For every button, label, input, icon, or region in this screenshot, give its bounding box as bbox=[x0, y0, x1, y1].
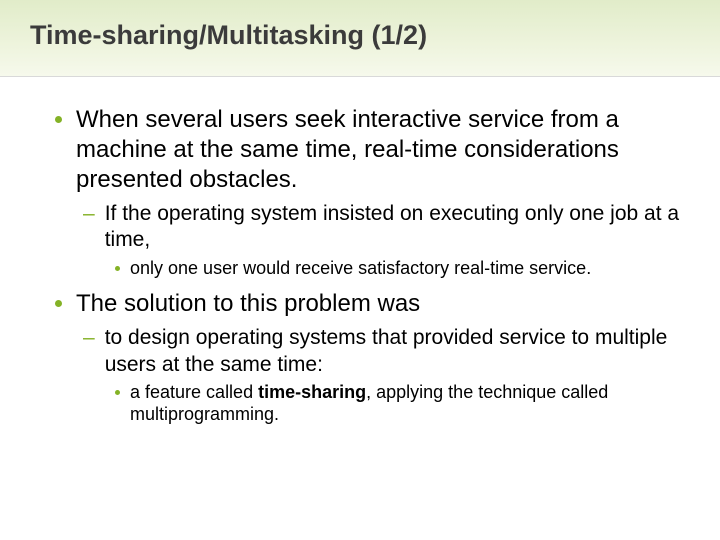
bullet-text: to design operating systems that provide… bbox=[105, 325, 690, 378]
bullet-level2: – to design operating systems that provi… bbox=[83, 325, 690, 378]
bullet-dash-icon: – bbox=[83, 201, 95, 254]
text-run: a feature called bbox=[130, 382, 258, 402]
slide-content: When several users seek interactive serv… bbox=[0, 77, 720, 426]
bullet-level3: only one user would receive satisfactory… bbox=[115, 258, 690, 280]
bullet-dot-icon bbox=[115, 390, 120, 395]
bullet-dot-icon bbox=[55, 300, 62, 307]
bullet-dot-icon bbox=[55, 116, 62, 123]
bullet-level3: a feature called time-sharing, applying … bbox=[115, 382, 690, 426]
bullet-level2: – If the operating system insisted on ex… bbox=[83, 201, 690, 254]
bullet-level1: The solution to this problem was bbox=[55, 289, 690, 319]
slide: Time-sharing/Multitasking (1/2) When sev… bbox=[0, 0, 720, 540]
bullet-dot-icon bbox=[115, 266, 120, 271]
slide-title: Time-sharing/Multitasking (1/2) bbox=[30, 20, 720, 51]
bullet-text: a feature called time-sharing, applying … bbox=[130, 382, 690, 426]
header-band: Time-sharing/Multitasking (1/2) bbox=[0, 0, 720, 76]
bullet-text: If the operating system insisted on exec… bbox=[105, 201, 690, 254]
bullet-text: When several users seek interactive serv… bbox=[76, 105, 690, 195]
bullet-text: only one user would receive satisfactory… bbox=[130, 258, 591, 280]
bullet-text: The solution to this problem was bbox=[76, 289, 420, 319]
text-bold: time-sharing bbox=[258, 382, 366, 402]
bullet-level1: When several users seek interactive serv… bbox=[55, 105, 690, 195]
bullet-dash-icon: – bbox=[83, 325, 95, 378]
